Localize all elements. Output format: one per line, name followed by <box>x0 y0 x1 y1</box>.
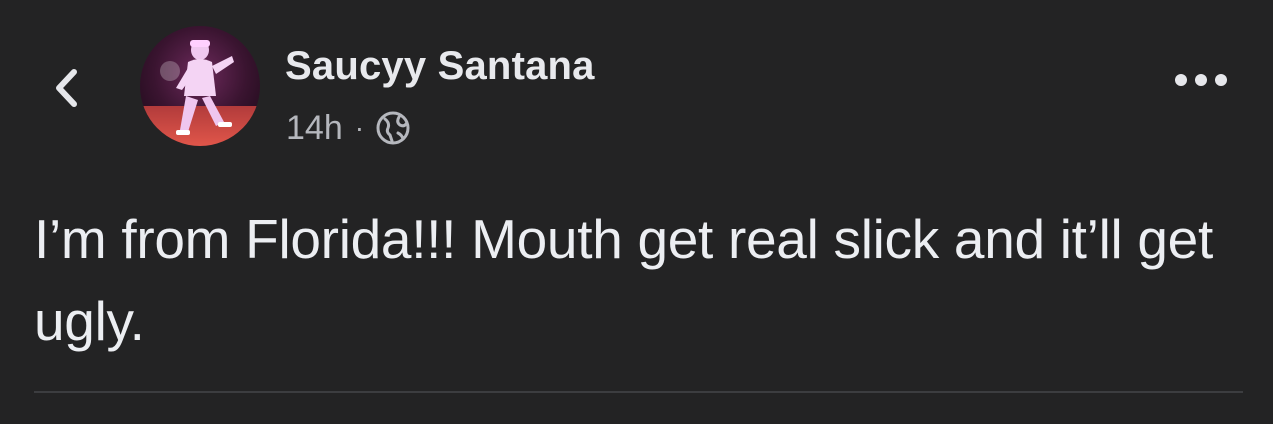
globe-icon <box>376 111 410 145</box>
back-button[interactable] <box>40 58 92 118</box>
post-meta: 14h · <box>286 108 410 148</box>
more-horizontal-icon <box>1175 74 1227 86</box>
more-options-button[interactable] <box>1169 60 1233 100</box>
post-body-text: I’m from Florida!!! Mouth get real slick… <box>34 208 1213 352</box>
avatar[interactable] <box>140 26 260 146</box>
divider <box>34 391 1243 393</box>
avatar-image <box>140 26 260 146</box>
post-timestamp[interactable]: 14h <box>286 109 343 148</box>
author-name[interactable]: Saucyy Santana <box>285 44 595 89</box>
meta-separator: · <box>354 112 365 143</box>
chevron-left-icon <box>56 69 77 107</box>
post-screen: Saucyy Santana 14h · I’m from Florida!!!… <box>0 0 1273 424</box>
